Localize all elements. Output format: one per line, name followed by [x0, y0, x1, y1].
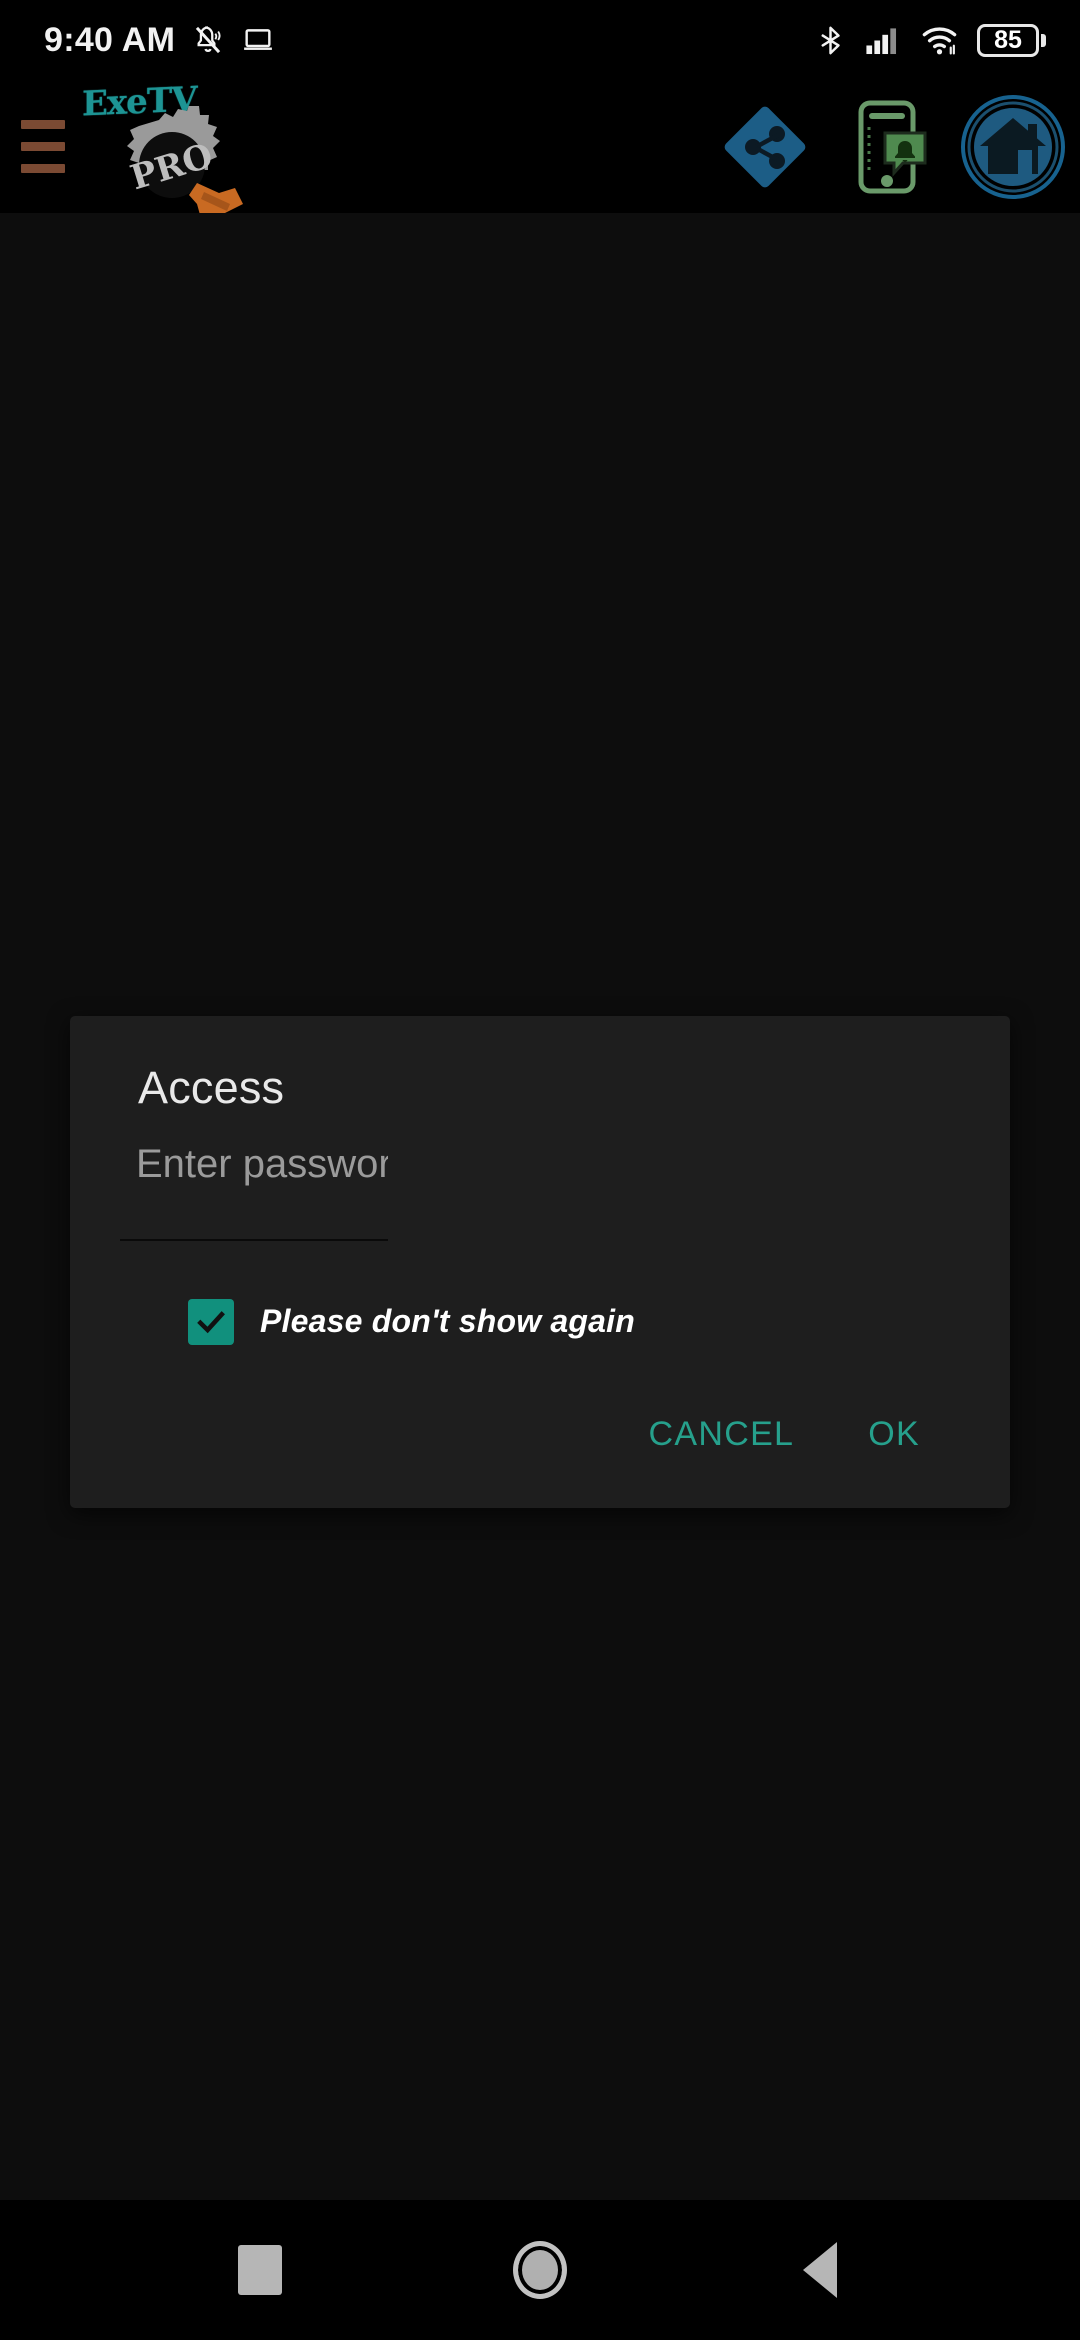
dont-show-again-label: Please don't show again [260, 1303, 635, 1340]
phone-notification-icon[interactable] [836, 94, 942, 200]
notifications-muted-icon [196, 26, 221, 54]
access-dialog: Access Please don't show again CANCEL OK [70, 1016, 1010, 1508]
battery-cap-icon [1041, 33, 1046, 47]
status-bar-right: 85 [815, 23, 1046, 57]
share-icon[interactable] [712, 94, 818, 200]
hamburger-menu-icon[interactable] [12, 120, 74, 174]
home-circle-icon[interactable] [485, 2215, 595, 2325]
app-header: ExeTV PRO [0, 80, 1080, 226]
battery-indicator: 85 [977, 23, 1046, 57]
password-field-wrapper [70, 1114, 1010, 1241]
status-bar: 9:40 AM 85 [0, 0, 1080, 80]
ok-button[interactable]: OK [856, 1405, 932, 1464]
status-clock: 9:40 AM [44, 21, 176, 59]
bluetooth-icon [821, 26, 840, 54]
pro-gear-icon: PRO [126, 106, 243, 226]
content-area: Access Please don't show again CANCEL OK [0, 213, 1080, 2200]
checkmark-icon [197, 1310, 225, 1333]
home-icon[interactable] [960, 94, 1066, 200]
dont-show-again-row[interactable]: Please don't show again [70, 1241, 1010, 1345]
dialog-title: Access [138, 1062, 285, 1113]
back-glyph [803, 2242, 837, 2298]
cellular-signal-icon [866, 27, 897, 54]
phone-screen: 9:40 AM 85 ExeTV PRO Access Please don't… [0, 0, 1080, 2340]
wifi-icon [922, 26, 957, 55]
dialog-action-bar: CANCEL OK [70, 1345, 1010, 1508]
system-navigation-bar [0, 2200, 1080, 2340]
status-bar-left: 9:40 AM [44, 23, 275, 57]
app-logo[interactable]: ExeTV PRO [78, 74, 243, 226]
password-input[interactable] [120, 1141, 388, 1241]
hamburger-bar [21, 164, 65, 173]
header-actions [712, 94, 1066, 200]
dont-show-again-checkbox[interactable] [188, 1298, 234, 1345]
cancel-button[interactable]: CANCEL [637, 1405, 807, 1464]
recents-glyph [238, 2245, 282, 2295]
cast-laptop-icon [244, 29, 273, 50]
battery-percent-label: 85 [994, 25, 1022, 54]
back-triangle-icon[interactable] [765, 2215, 875, 2325]
hamburger-bar [21, 142, 65, 151]
home-glyph [513, 2241, 567, 2299]
hamburger-bar [21, 120, 65, 129]
recents-square-icon[interactable] [205, 2215, 315, 2325]
